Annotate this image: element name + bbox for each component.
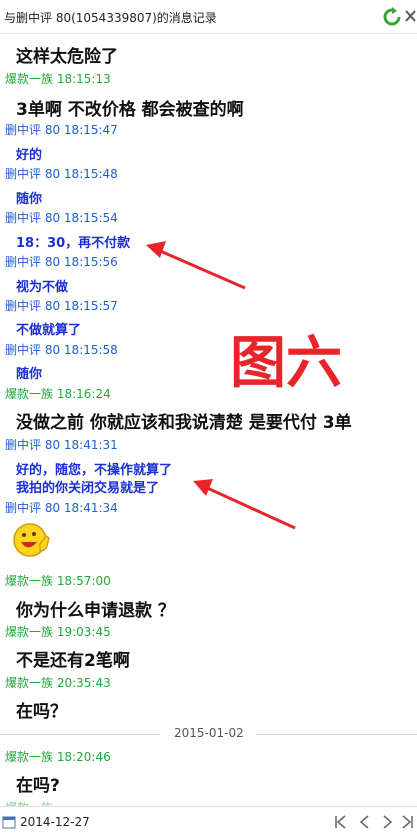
last-page-icon[interactable] bbox=[399, 814, 415, 830]
arrow-head-icon bbox=[193, 479, 213, 496]
watermark-text-image: 图六 bbox=[230, 331, 342, 396]
arrow-head-icon bbox=[146, 241, 166, 258]
first-page-icon[interactable] bbox=[333, 814, 349, 830]
arrow-line bbox=[157, 248, 246, 290]
calendar-icon[interactable] bbox=[2, 815, 16, 829]
status-bar: 2014-12-27 bbox=[0, 806, 417, 834]
arrow-line bbox=[204, 485, 296, 530]
svg-text:图六: 图六 bbox=[230, 331, 342, 390]
watermark-stamp: 图六 bbox=[230, 330, 358, 396]
next-page-icon[interactable] bbox=[379, 814, 395, 830]
previous-page-icon[interactable] bbox=[357, 814, 373, 830]
status-date: 2014-12-27 bbox=[20, 815, 90, 829]
annotation-arrows bbox=[146, 241, 296, 530]
